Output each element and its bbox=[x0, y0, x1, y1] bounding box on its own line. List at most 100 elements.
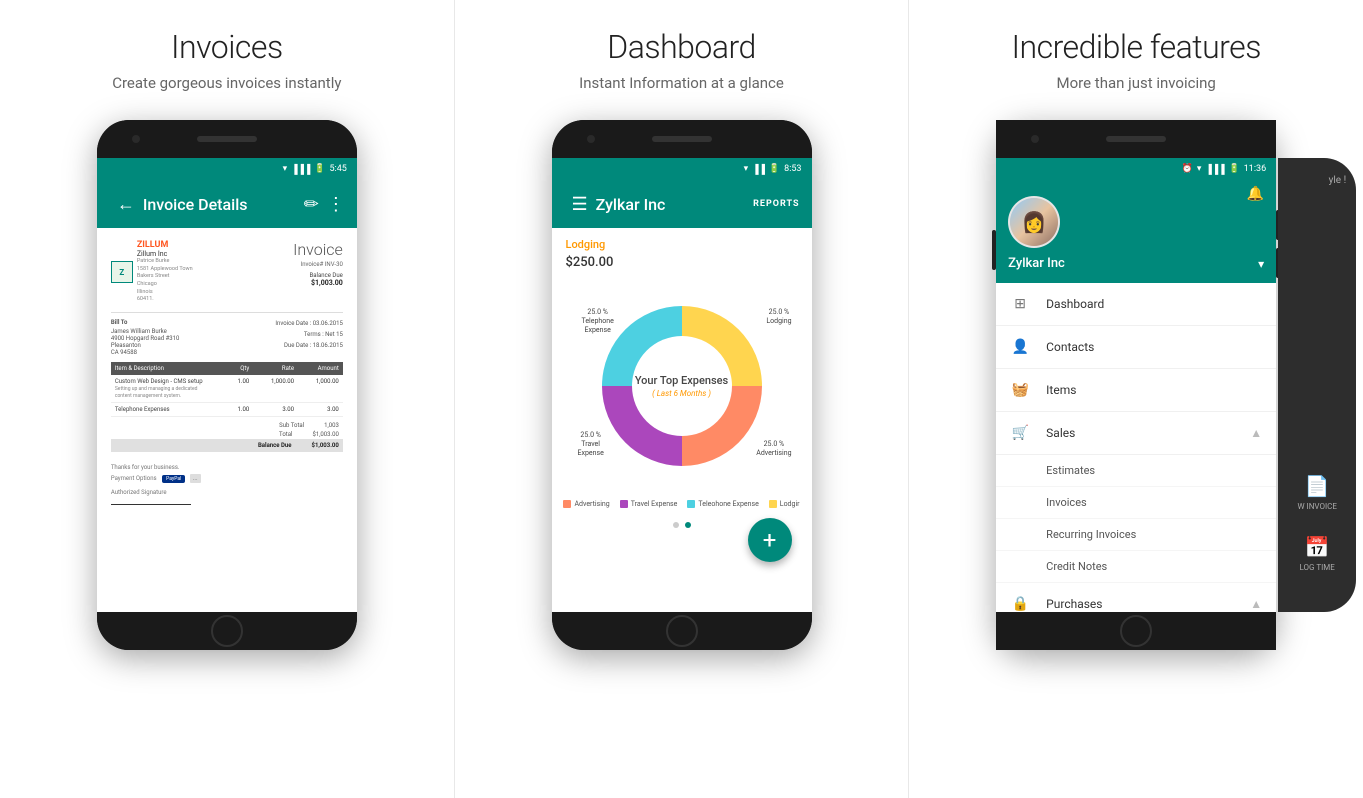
item-rate-1: 1,000.00 bbox=[249, 378, 294, 399]
segment-label-lodging: 25.0 %Lodging bbox=[766, 308, 791, 326]
phone-top-bar bbox=[996, 120, 1276, 158]
new-invoice-button[interactable]: 📄 W INVOICE bbox=[1297, 474, 1336, 511]
donut-center-title: Your Top Expenses bbox=[635, 373, 728, 388]
invoice-header: Z ZILLUM Zillum Inc Patrice Burke1581 Ap… bbox=[111, 240, 343, 304]
log-time-icon: 📅 bbox=[1305, 535, 1330, 559]
avatar-image: 👩 bbox=[1010, 198, 1058, 246]
invoices-title: Invoices bbox=[171, 28, 283, 66]
menu-item-purchases[interactable]: 🔒 Purchases ▲ bbox=[996, 583, 1276, 612]
legend-advertising: Advertising bbox=[563, 500, 609, 508]
segment-label-telephone: 25.0 %TelephoneExpense bbox=[582, 308, 614, 335]
menu-item-sales-label: Sales bbox=[1046, 426, 1250, 440]
menu-icon[interactable]: ☰ bbox=[572, 194, 588, 215]
battery-icon: 🔋 bbox=[314, 164, 325, 174]
logo-text-block: ZILLUM Zillum Inc Patrice Burke1581 Appl… bbox=[137, 240, 193, 304]
legend-dot-travel bbox=[620, 500, 628, 508]
clock-icon: ⏰ bbox=[1182, 164, 1193, 174]
dropdown-arrow-icon[interactable]: ▾ bbox=[1258, 257, 1264, 271]
invoice-bill-section: Bill To James William Burke 4900 Hopgard… bbox=[111, 319, 343, 356]
donut-center-subtitle: ( Last 6 Months ) bbox=[635, 388, 728, 399]
legend-label-lodging: Lodgir bbox=[780, 500, 800, 508]
menu-header: 👩 Zylkar Inc ▾ bbox=[996, 180, 1276, 283]
item-amount-1: 1,000.00 bbox=[294, 378, 339, 399]
legend-travel: Travel Expense bbox=[620, 500, 678, 508]
status-time: 8:53 bbox=[784, 164, 801, 174]
phone-home-button[interactable] bbox=[1120, 615, 1152, 647]
more-icon[interactable]: ⋮ bbox=[327, 194, 345, 215]
invoice-title-text: Invoice bbox=[293, 240, 343, 259]
other-payment: ... bbox=[190, 474, 201, 483]
item-desc-1: Custom Web Design - CMS setupSetting up … bbox=[115, 378, 205, 399]
signal-icon: ▐▐▐ bbox=[291, 164, 310, 175]
bill-to-label: Bill To bbox=[111, 319, 180, 326]
expense-amount: $250.00 bbox=[552, 255, 812, 278]
status-bar: ▾ ▐▐▐ 🔋 5:45 bbox=[97, 158, 357, 180]
menu-item-contacts-label: Contacts bbox=[1046, 340, 1262, 354]
total-value: $1,003.00 bbox=[312, 431, 338, 438]
table-row: Telephone Expenses 1.00 3.00 3.00 bbox=[111, 403, 343, 417]
chart-legend: Advertising Travel Expense Teleohone Exp… bbox=[552, 494, 812, 514]
invoice-app-bar: ← Invoice Details ✏ ⋮ bbox=[97, 180, 357, 228]
invoices-label: Invoices bbox=[1046, 496, 1087, 509]
phone-home-button[interactable] bbox=[211, 615, 243, 647]
legend-telephone: Teleohone Expense bbox=[687, 500, 758, 508]
menu-item-items[interactable]: 🧺 Items bbox=[996, 369, 1276, 412]
menu-sub-item-recurring[interactable]: Recurring Invoices bbox=[996, 519, 1276, 551]
balance-due-footer-label: Balance Due bbox=[258, 442, 292, 449]
item-desc-2: Telephone Expenses bbox=[115, 406, 205, 413]
menu-item-contacts[interactable]: 👤 Contacts bbox=[996, 326, 1276, 369]
payment-options: Payment Options PayPal ... bbox=[111, 475, 343, 483]
dashboard-subtitle: Instant Information at a glance bbox=[579, 74, 784, 92]
col-header-qty: Qty bbox=[204, 365, 249, 372]
legend-dot-lodging bbox=[769, 500, 777, 508]
page-dot-1 bbox=[673, 522, 679, 528]
reports-button[interactable]: REPORTS bbox=[753, 199, 799, 209]
wifi-icon: ▾ bbox=[283, 164, 288, 174]
new-invoice-icon: 📄 bbox=[1305, 474, 1330, 498]
log-time-button[interactable]: 📅 LOG TIME bbox=[1300, 535, 1335, 572]
segment-label-travel: 25.0 %TravelExpense bbox=[578, 431, 604, 458]
features-phone: ⏰ ▾ ▐▐▐ 🔋 11:36 👩 Zylkar Inc ▾ 🔔 bbox=[996, 120, 1276, 650]
signature-line bbox=[111, 504, 191, 505]
legend-dot-advertising bbox=[563, 500, 571, 508]
company-name: ZILLUM bbox=[137, 240, 193, 250]
thanks-text: Thanks for your business. bbox=[111, 464, 343, 471]
col-header-rate: Rate bbox=[249, 365, 294, 372]
phone-bottom bbox=[97, 612, 357, 650]
total-label: Total bbox=[279, 431, 292, 438]
phone-speaker bbox=[1106, 136, 1166, 142]
bell-icon[interactable]: 🔔 bbox=[1247, 186, 1264, 202]
col-header-amount: Amount bbox=[294, 365, 339, 372]
signal-icon: ▐▐ bbox=[752, 164, 765, 175]
edit-icon[interactable]: ✏ bbox=[304, 194, 319, 215]
wifi-icon: ▾ bbox=[1197, 164, 1202, 174]
legend-dot-telephone bbox=[687, 500, 695, 508]
fab-button[interactable]: + bbox=[748, 518, 792, 562]
menu-sub-item-credit-notes[interactable]: Credit Notes bbox=[996, 551, 1276, 583]
item-qty-2: 1.00 bbox=[204, 406, 249, 413]
menu-company-name: Zylkar Inc bbox=[1008, 256, 1065, 271]
company-full: Zillum Inc bbox=[137, 250, 193, 258]
back-icon[interactable]: ← bbox=[117, 194, 135, 215]
menu-sub-item-estimates[interactable]: Estimates bbox=[996, 455, 1276, 487]
terms-row: Terms : Net 15 bbox=[275, 330, 342, 341]
phone-bottom bbox=[552, 612, 812, 650]
col-header-desc: Item & Description bbox=[115, 365, 205, 372]
table-row: Custom Web Design - CMS setupSetting up … bbox=[111, 375, 343, 403]
features-phone-screen: ⏰ ▾ ▐▐▐ 🔋 11:36 👩 Zylkar Inc ▾ 🔔 bbox=[996, 158, 1276, 612]
status-time: 11:36 bbox=[1244, 164, 1266, 174]
log-time-label: LOG TIME bbox=[1300, 563, 1335, 572]
menu-item-dashboard[interactable]: ⊞ Dashboard bbox=[996, 283, 1276, 326]
menu-item-sales[interactable]: 🛒 Sales ▲ bbox=[996, 412, 1276, 455]
due-date-row: Due Date : 18.06.2015 bbox=[275, 341, 342, 352]
menu-sub-item-invoices[interactable]: Invoices bbox=[996, 487, 1276, 519]
dashboard-app-bar-title: Zylkar Inc bbox=[596, 195, 753, 214]
phone-top-bar bbox=[97, 120, 357, 158]
invoice-divider bbox=[111, 312, 343, 313]
balance-due-value: $1,003.00 bbox=[311, 279, 343, 287]
phone-home-button[interactable] bbox=[666, 615, 698, 647]
user-avatar: 👩 bbox=[1008, 196, 1060, 248]
sales-icon: 🛒 bbox=[1010, 423, 1030, 443]
company-address: Patrice Burke1581 Applewood TownBakers S… bbox=[137, 258, 193, 304]
paypal-button[interactable]: PayPal bbox=[162, 475, 185, 483]
